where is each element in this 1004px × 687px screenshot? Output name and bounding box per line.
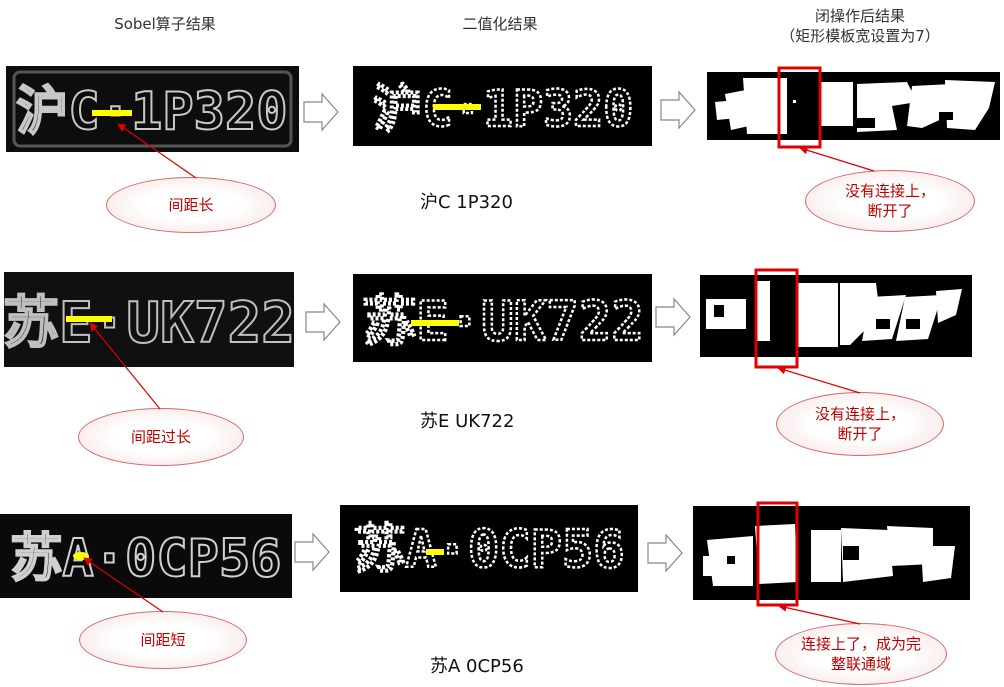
flow-arrow-right-icon (305, 302, 341, 342)
gap-highlight-bar-1 (92, 110, 132, 116)
binary-plate-text-1: 沪C·1P320 (373, 80, 634, 138)
gap-highlight-bar-binary-2 (411, 320, 459, 326)
result-text-2-line1: 没有连接上， (814, 405, 905, 423)
sobel-plate-text-3: 苏A·0CP56 (10, 529, 281, 589)
result-text-1-line1: 没有连接上， (844, 182, 935, 200)
sobel-image-2: 苏E·UK722 (4, 272, 294, 367)
close-image-1 (707, 72, 1000, 140)
flow-arrow-right-icon (647, 533, 683, 573)
binary-image-2: 苏E·UK722 (353, 274, 652, 362)
binary-image-3: 苏A·0CP56 (340, 505, 638, 592)
gap-highlight-bar-2 (66, 316, 112, 322)
gap-highlight-bar-binary-1 (433, 104, 481, 110)
pointer-line-result-2 (777, 366, 861, 394)
result-bubble-3: 连接上了，成为完 整联通域 (775, 623, 947, 685)
result-text-1-line2: 断开了 (867, 202, 913, 220)
gap-note-bubble-2: 间距过长 (78, 408, 244, 466)
pointer-line-result-3 (778, 603, 861, 625)
plate-label-1: 沪C 1P320 (420, 192, 513, 213)
result-text-3-line1: 连接上了，成为完 (800, 635, 921, 653)
gap-note-text-3: 间距短 (140, 631, 186, 649)
gap-note-bubble-1: 间距长 (106, 177, 276, 233)
binary-plate-text-2: 苏E·UK722 (362, 290, 644, 353)
flow-arrow-right-icon (294, 532, 330, 572)
flow-arrow-right-icon (303, 92, 339, 132)
sobel-plate-text-2: 苏E·UK722 (4, 291, 294, 356)
sobel-image-3: 苏A·0CP56 (0, 514, 292, 598)
sobel-plate-text-1: 沪C·1P320 (16, 82, 287, 142)
plate-label-2: 苏E UK722 (420, 411, 515, 432)
header-binary: 二值化结果 (462, 15, 538, 33)
gap-highlight-bar-3 (73, 552, 89, 560)
plate-label-3: 苏A 0CP56 (430, 656, 524, 677)
header-close-line2: （矩形模板宽设置为7） (780, 27, 940, 45)
binary-image-1: 沪C·1P320 (353, 66, 652, 146)
result-bubble-1: 没有连接上， 断开了 (805, 170, 975, 232)
close-image-2 (700, 275, 972, 357)
header-close: 闭操作后结果 （矩形模板宽设置为7） (760, 6, 960, 46)
sobel-image-1: 沪C·1P320 (6, 66, 299, 152)
gap-note-bubble-3: 间距短 (79, 611, 247, 669)
gap-note-text-1: 间距长 (168, 196, 214, 214)
gap-highlight-bar-binary-3 (426, 549, 444, 555)
gap-note-text-2: 间距过长 (130, 428, 191, 446)
flow-arrow-right-icon (655, 297, 691, 337)
header-sobel: Sobel算子结果 (114, 15, 216, 33)
binary-plate-text-3: 苏A·0CP56 (353, 520, 624, 580)
result-text-3-line2: 整联通域 (830, 655, 891, 673)
result-text-2-line2: 断开了 (837, 425, 883, 443)
pointer-line-result-1 (799, 146, 875, 172)
close-image-3 (693, 506, 970, 600)
result-bubble-2: 没有连接上， 断开了 (776, 392, 944, 456)
header-close-line1: 闭操作后结果 (814, 7, 905, 25)
flow-arrow-right-icon (660, 90, 696, 130)
